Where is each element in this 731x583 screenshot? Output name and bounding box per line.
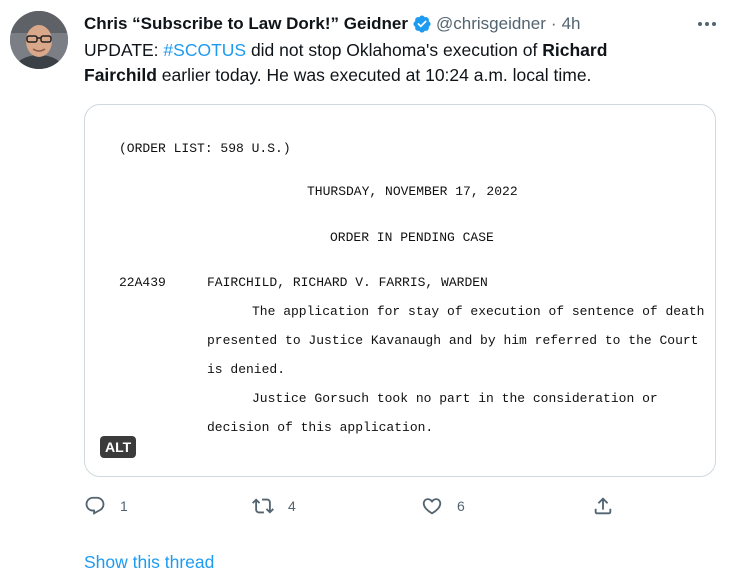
author-handle[interactable]: @chrisgeidner: [436, 14, 546, 34]
doc-para1-line2: presented to Justice Kavanaugh and by hi…: [207, 333, 699, 348]
tweet-text-prefix: UPDATE:: [84, 40, 164, 60]
reply-count: 1: [120, 498, 128, 514]
like-icon: [422, 498, 442, 515]
doc-para1-line3: is denied.: [207, 362, 286, 377]
doc-para2-line1: Justice Gorsuch took no part in the cons…: [252, 391, 658, 406]
share-button[interactable]: [592, 492, 614, 520]
tweet-media-image[interactable]: (ORDER LIST: 598 U.S.) THURSDAY, NOVEMBE…: [84, 104, 716, 477]
court-order-document: (ORDER LIST: 598 U.S.) THURSDAY, NOVEMBE…: [85, 105, 715, 476]
doc-date: THURSDAY, NOVEMBER 17, 2022: [307, 184, 518, 199]
doc-heading: ORDER IN PENDING CASE: [330, 230, 494, 245]
reply-icon: [85, 496, 105, 515]
author-name[interactable]: Chris “Subscribe to Law Dork!” Geidner: [84, 14, 408, 34]
tweet-text-suffix: earlier today. He was executed at 10:24 …: [156, 65, 592, 85]
tweet-timestamp[interactable]: 4h: [562, 14, 581, 34]
hashtag-link[interactable]: #SCOTUS: [163, 40, 246, 60]
tweet-text: UPDATE: #SCOTUS did not stop Oklahoma's …: [84, 38, 684, 88]
verified-badge-icon: [412, 14, 432, 34]
separator-dot: ·: [550, 14, 557, 33]
reply-button[interactable]: 1: [84, 492, 128, 520]
tweet-header: Chris “Subscribe to Law Dork!” Geidner @…: [84, 12, 580, 36]
tweet-text-mid: did not stop Oklahoma's execution of: [246, 40, 543, 60]
retweet-count: 4: [288, 498, 296, 514]
doc-case-title: FAIRCHILD, RICHARD V. FARRIS, WARDEN: [207, 275, 488, 290]
more-options-button[interactable]: [695, 13, 719, 35]
doc-para1-line1: The application for stay of execution of…: [252, 304, 705, 319]
retweet-icon: [252, 498, 274, 514]
doc-para2-line2: decision of this application.: [207, 420, 434, 435]
doc-case-number: 22A439: [119, 275, 166, 290]
share-icon: [594, 497, 612, 515]
alt-text-badge[interactable]: ALT: [100, 436, 137, 458]
avatar[interactable]: [10, 11, 68, 69]
tweet-action-bar: 1 4 6: [84, 492, 624, 520]
retweet-button[interactable]: 4: [252, 492, 296, 520]
like-count: 6: [457, 498, 465, 514]
show-thread-link[interactable]: Show this thread: [84, 552, 214, 573]
more-options-icon: [698, 22, 716, 26]
avatar-image: [10, 11, 68, 69]
like-button[interactable]: 6: [421, 492, 465, 520]
doc-order-list: (ORDER LIST: 598 U.S.): [119, 141, 291, 156]
